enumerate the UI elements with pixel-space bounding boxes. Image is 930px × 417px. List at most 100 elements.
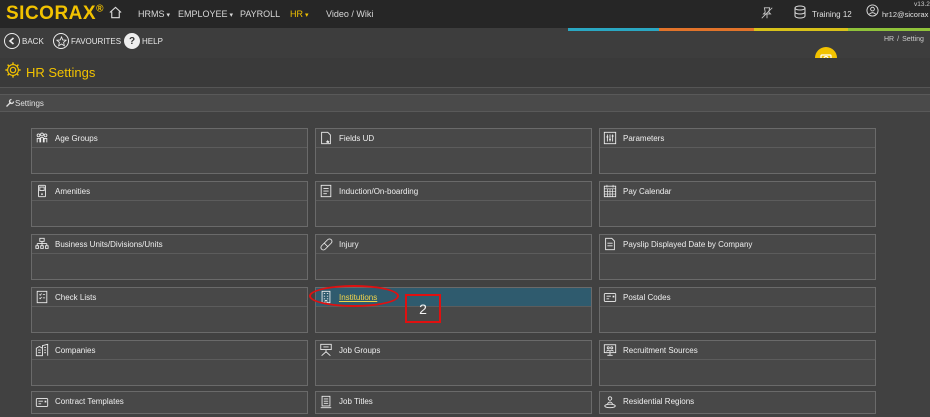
tile-induction-onboarding[interactable]: Induction/On-boarding: [315, 181, 592, 227]
nav-video-wiki[interactable]: Video / Wiki: [326, 9, 373, 19]
nav-video-wiki-label: Video / Wiki: [326, 9, 374, 19]
tile-payslip-date[interactable]: Payslip Displayed Date by Company: [599, 234, 876, 280]
breadcrumb-separator: /: [897, 36, 900, 43]
tile-label: Residential Regions: [623, 397, 695, 406]
tile-business-units[interactable]: Business Units/Divisions/Units: [31, 234, 308, 280]
favourites-button[interactable]: FAVOURITES: [53, 33, 121, 49]
tile-label: Postal Codes: [623, 292, 671, 302]
card-icon: [35, 397, 49, 407]
sliders-icon: [603, 131, 617, 145]
device-icon: [38, 184, 46, 198]
location-person-icon: [604, 395, 616, 408]
calendar-icon: [603, 184, 617, 198]
document-star-icon: [321, 131, 331, 145]
tile-amenities[interactable]: Amenities: [31, 181, 308, 227]
mailbox-icon: [603, 293, 617, 302]
color-strip-yellow: [754, 28, 848, 31]
org-chart-icon: [35, 237, 49, 249]
tile-pay-calendar[interactable]: Pay Calendar: [599, 181, 876, 227]
tile-header: Contract Templates: [32, 392, 307, 411]
tile-label: Amenities: [55, 186, 91, 196]
chevron-down-icon: ▾: [305, 12, 309, 19]
bandage-icon: [320, 238, 333, 251]
color-strip-green: [848, 28, 930, 31]
color-strip-blue: [568, 28, 659, 31]
nav-hrms[interactable]: HRMS ▾: [138, 9, 170, 19]
nav-payroll[interactable]: PAYROLL: [240, 9, 280, 19]
question-icon: ?: [124, 33, 140, 49]
tile-contract-templates[interactable]: Contract Templates: [31, 391, 308, 414]
color-strip-orange: [659, 28, 754, 31]
nav-hrms-label: HRMS: [138, 9, 165, 19]
tile-header: Fields UD: [316, 129, 591, 148]
tile-header: Payslip Displayed Date by Company: [600, 235, 875, 254]
tile-check-lists[interactable]: Check Lists: [31, 287, 308, 333]
help-button-label: HELP: [142, 36, 163, 46]
tile-companies[interactable]: Companies: [31, 340, 308, 386]
tile-label: Business Units/Divisions/Units: [55, 239, 163, 249]
tile-label: Injury: [339, 239, 359, 249]
tile-label: Job Groups: [339, 345, 381, 355]
job-group-icon: [320, 343, 332, 357]
tile-label: Companies: [55, 345, 96, 355]
arrow-left-icon: [4, 33, 20, 49]
list-icon: [320, 395, 332, 408]
checklist-icon: [36, 290, 48, 304]
tile-header: Induction/On-boarding: [316, 182, 591, 201]
tile-label: Induction/On-boarding: [339, 186, 419, 196]
user-account[interactable]: hr12@sicorax: [882, 10, 928, 19]
wrench-icon: [6, 98, 15, 107]
settings-grid-last-row: Contract Templates Job Titles Residentia…: [31, 391, 877, 414]
app-version: v13.2: [914, 1, 930, 8]
tile-header: Job Titles: [316, 392, 591, 411]
logo-registered-mark: ®: [96, 3, 104, 15]
favourites-button-label: FAVOURITES: [71, 36, 122, 46]
back-button[interactable]: BACK: [4, 33, 44, 49]
nav-hr-label: HR: [290, 9, 303, 19]
section-header: [0, 94, 930, 112]
tile-age-groups[interactable]: Age Groups: [31, 128, 308, 174]
nav-payroll-label: PAYROLL: [240, 9, 281, 19]
user-icon: [866, 4, 879, 17]
tile-residential-regions[interactable]: Residential Regions: [599, 391, 876, 414]
tile-job-titles[interactable]: Job Titles: [315, 391, 592, 414]
database-name[interactable]: Training 12: [812, 10, 852, 19]
sicorax-logo[interactable]: SICORAX®: [6, 3, 104, 25]
tile-recruitment-sources[interactable]: Recruitment Sources: [599, 340, 876, 386]
breadcrumb-hr[interactable]: HR: [884, 36, 894, 43]
home-icon[interactable]: [108, 5, 123, 20]
breadcrumb-setting: Setting: [902, 36, 924, 43]
tile-label: Pay Calendar: [623, 186, 672, 196]
tile-label: Parameters: [623, 133, 665, 143]
help-button[interactable]: ? HELP: [124, 33, 163, 49]
tile-header: Recruitment Sources: [600, 341, 875, 360]
tile-header: Residential Regions: [600, 392, 875, 411]
tile-header: Postal Codes: [600, 288, 875, 307]
logo-text: SICORAX: [6, 3, 97, 24]
chevron-down-icon: ▾: [229, 12, 234, 19]
tile-header: Amenities: [32, 182, 307, 201]
pin-off-icon[interactable]: [760, 6, 774, 20]
gear-icon: [5, 62, 21, 78]
nav-employee[interactable]: EMPLOYEE ▾: [178, 9, 233, 19]
tile-header: Pay Calendar: [600, 182, 875, 201]
tile-postal-codes[interactable]: Postal Codes: [599, 287, 876, 333]
tile-fields-ud[interactable]: Fields UD: [315, 128, 592, 174]
tile-parameters[interactable]: Parameters: [599, 128, 876, 174]
section-label: Settings: [15, 99, 44, 108]
nav-employee-label: EMPLOYEE: [178, 9, 228, 19]
document-lines-icon: [605, 237, 615, 251]
tile-injury[interactable]: Injury: [315, 234, 592, 280]
tile-header: Age Groups: [32, 129, 307, 148]
tile-label: Recruitment Sources: [623, 345, 698, 355]
annotation-step-box: 2: [405, 294, 441, 323]
chevron-down-icon: ▾: [166, 12, 171, 19]
back-button-label: BACK: [22, 36, 44, 46]
breadcrumb: HR / Setting: [884, 36, 924, 43]
nav-hr[interactable]: HR ▾: [290, 9, 309, 19]
tile-header: Parameters: [600, 129, 875, 148]
buildings-icon: [35, 343, 49, 357]
people-group-icon: [36, 132, 48, 143]
tile-label: Payslip Displayed Date by Company: [623, 239, 753, 249]
tile-job-groups[interactable]: Job Groups: [315, 340, 592, 386]
